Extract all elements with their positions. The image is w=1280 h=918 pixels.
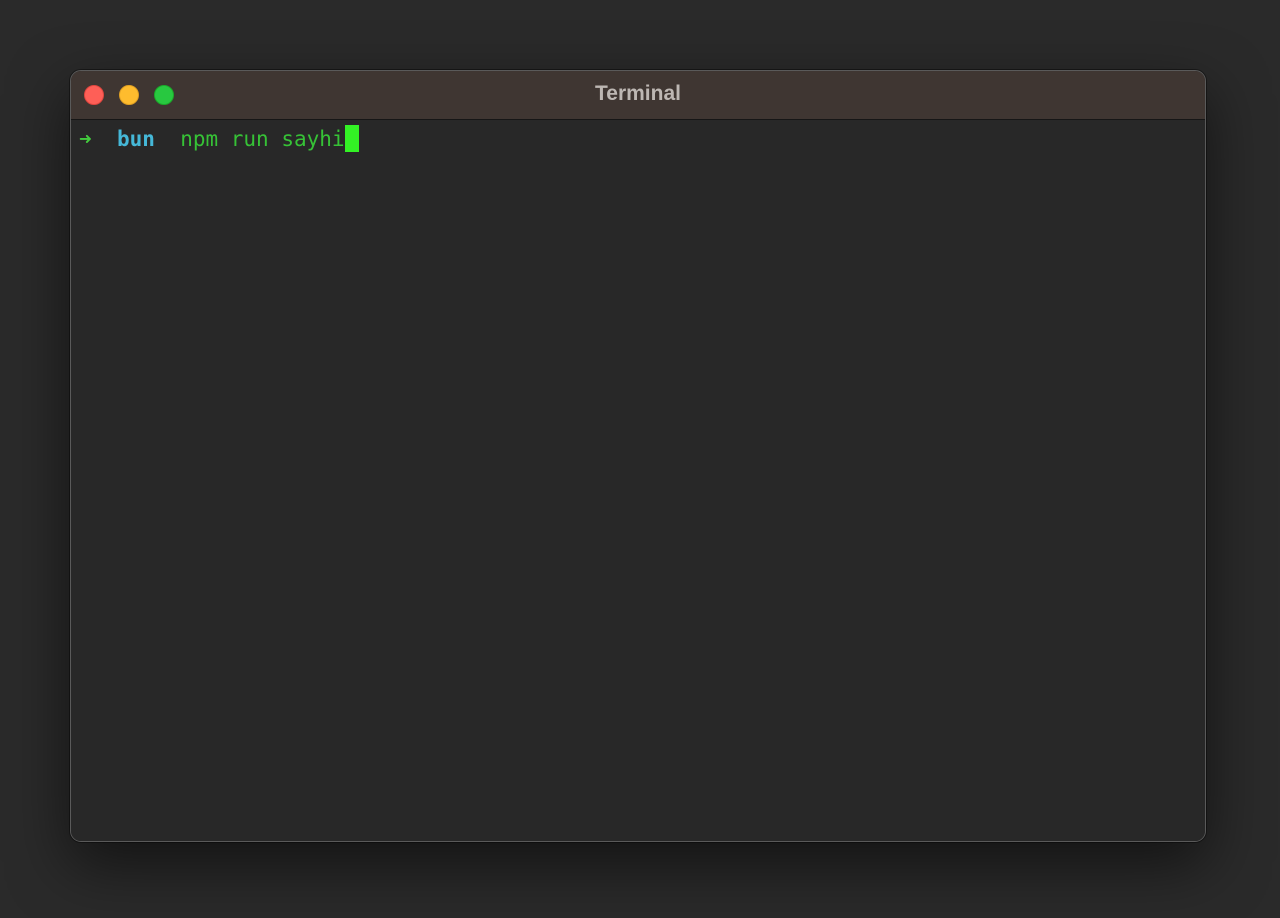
prompt-line: ➜ bun npm run sayhi — [79, 124, 359, 154]
current-directory: bun — [116, 127, 155, 151]
typed-command: npm run sayhi — [180, 127, 345, 151]
desktop: Terminal ➜ bun npm run sayhi — [0, 0, 1280, 918]
prompt-arrow-icon: ➜ — [79, 127, 92, 151]
title-bar[interactable]: Terminal — [71, 71, 1205, 120]
terminal-window[interactable]: Terminal ➜ bun npm run sayhi — [70, 70, 1206, 842]
terminal-output[interactable]: ➜ bun npm run sayhi — [71, 120, 1205, 841]
window-title: Terminal — [595, 82, 681, 105]
text-cursor — [344, 125, 359, 152]
